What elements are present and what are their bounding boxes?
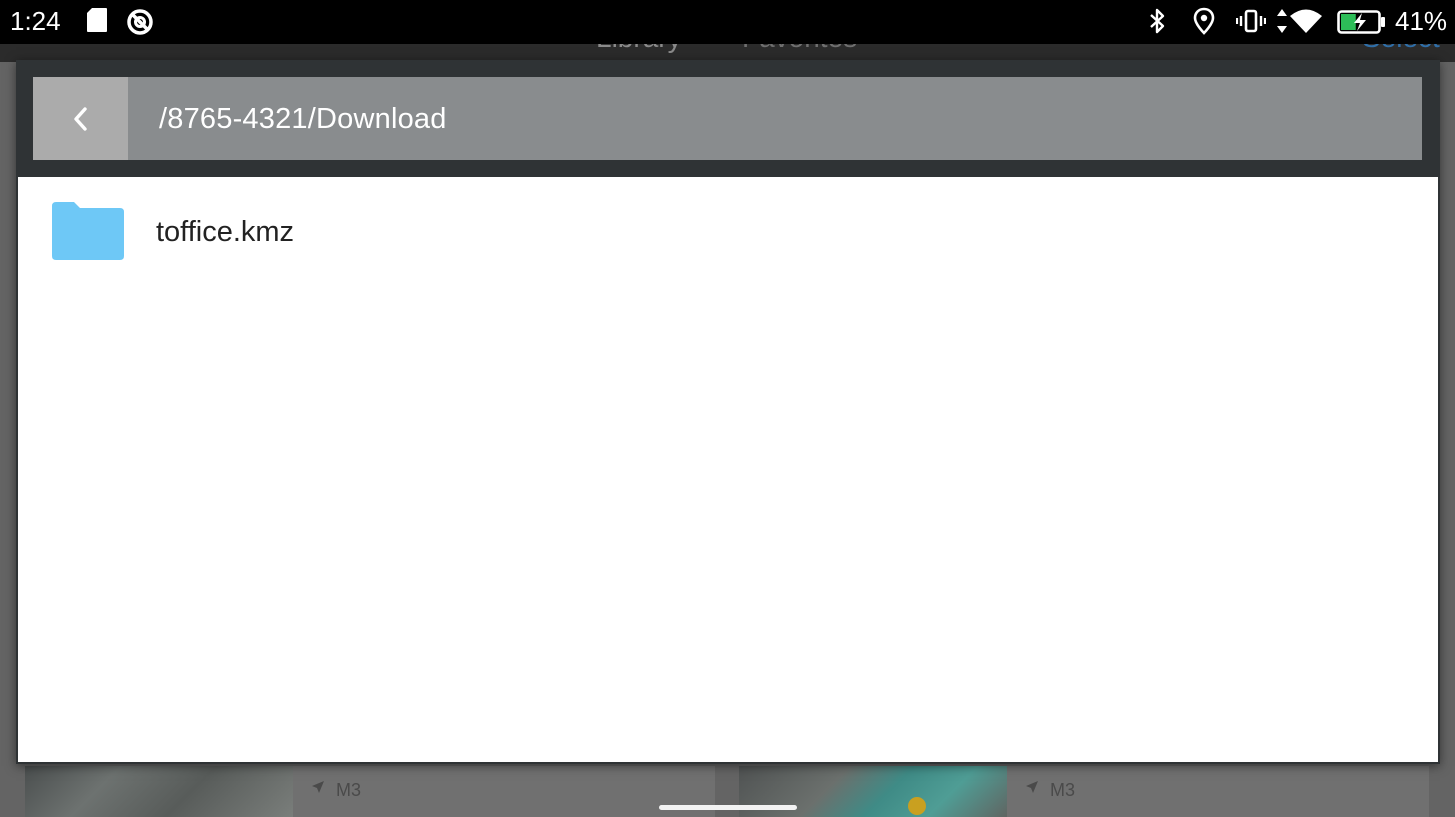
data-arrows-icon — [1277, 9, 1287, 33]
folder-icon — [52, 202, 124, 260]
svg-text:6: 6 — [1313, 24, 1318, 34]
vibrate-icon — [1236, 9, 1266, 33]
file-list: toffice.kmz — [18, 177, 1438, 762]
status-time: 1:24 — [10, 6, 61, 36]
wifi-icon: 6 — [1290, 9, 1322, 34]
map-marker-icon — [908, 797, 926, 815]
file-browser-dialog: /8765-4321/Download toffice.kmz — [16, 60, 1440, 764]
file-name: toffice.kmz — [156, 216, 295, 248]
chevron-left-icon — [73, 106, 87, 131]
card-meta: M3 — [336, 780, 362, 800]
navigation-arrow-icon — [312, 781, 324, 793]
battery-percentage: 41% — [1395, 6, 1448, 36]
list-item[interactable]: toffice.kmz — [18, 177, 1438, 287]
location-icon — [1193, 7, 1215, 35]
card-meta: M3 — [1050, 780, 1076, 800]
sync-disabled-icon — [127, 9, 153, 35]
battery-charging-icon — [1337, 10, 1385, 34]
current-path: /8765-4321/Download — [159, 103, 447, 135]
path-bar: /8765-4321/Download — [33, 77, 1422, 160]
status-bar: 1:24 6 41% — [0, 0, 1455, 44]
home-indicator[interactable] — [659, 805, 797, 810]
back-button[interactable] — [33, 77, 128, 160]
sd-card-icon — [87, 8, 107, 32]
navigation-arrow-icon — [1026, 781, 1038, 793]
map-thumbnail — [25, 766, 293, 817]
bluetooth-icon — [1150, 8, 1165, 34]
